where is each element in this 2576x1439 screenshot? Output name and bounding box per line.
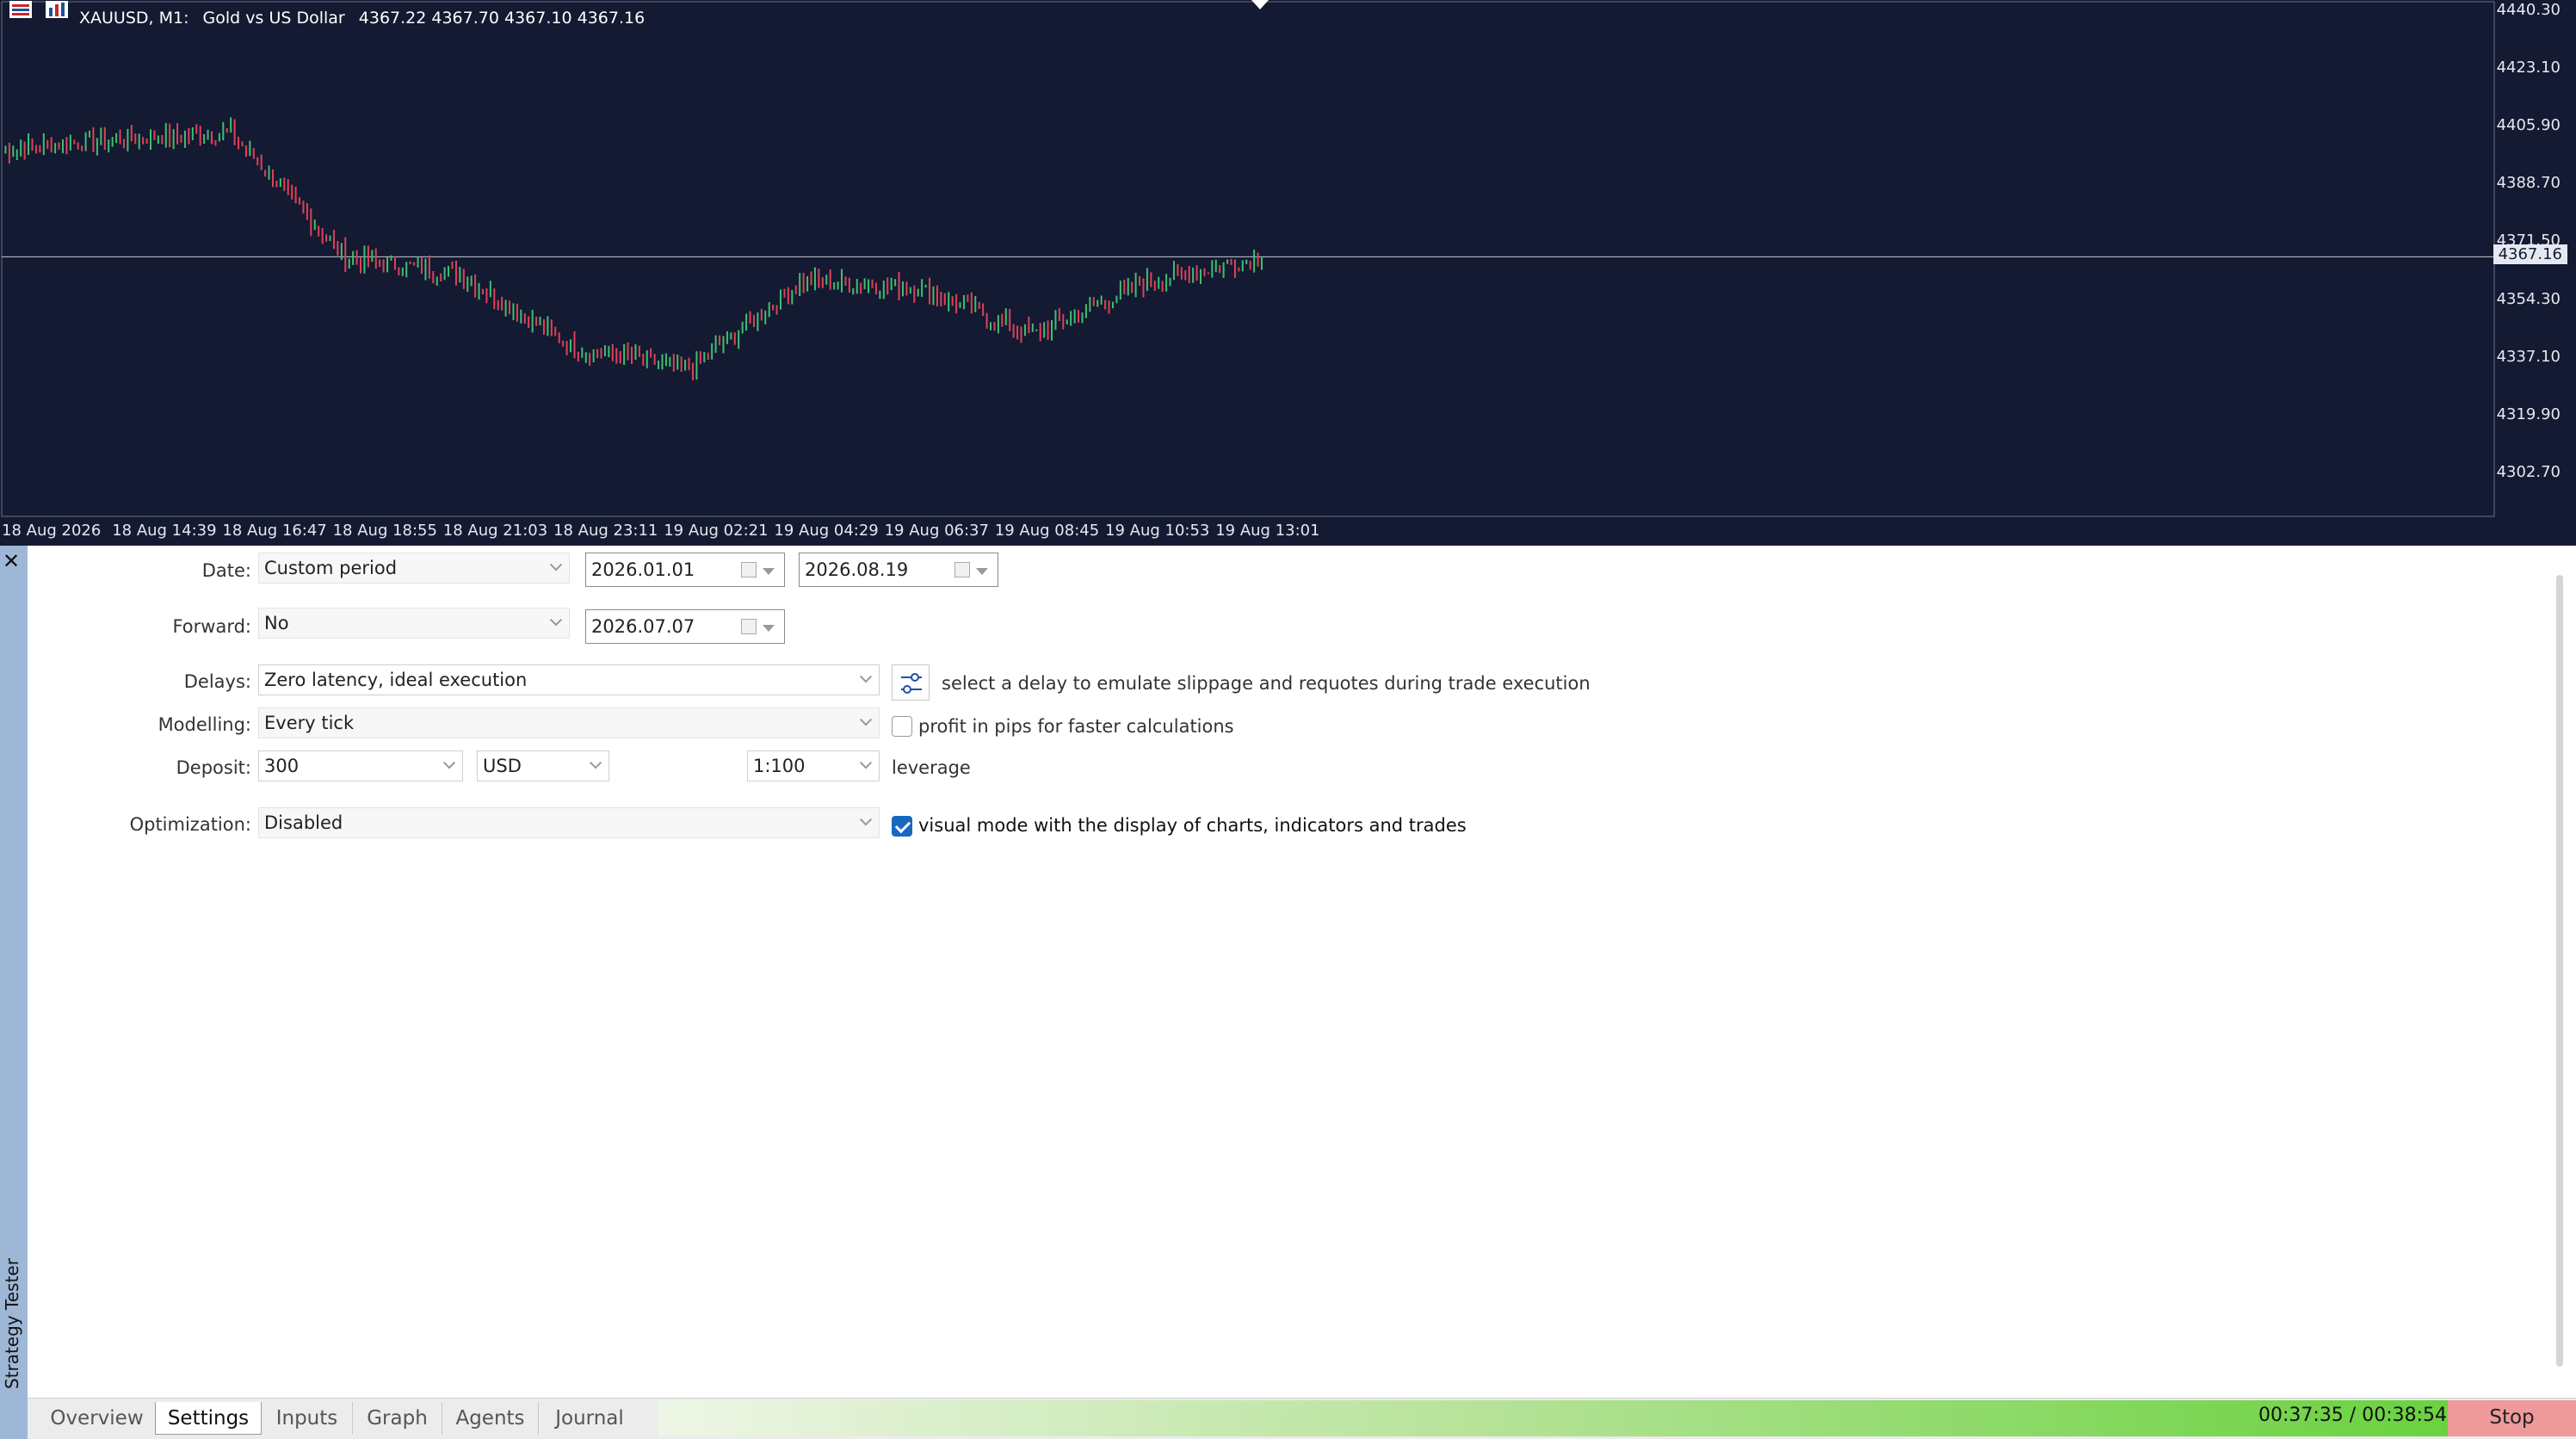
tab-agents[interactable]: Agents <box>442 1402 539 1435</box>
calendar-icon[interactable] <box>741 619 757 634</box>
forward-date-value: 2026.07.07 <box>591 616 695 637</box>
chevron-down-icon[interactable] <box>763 625 775 632</box>
date-period-value: Custom period <box>264 558 398 578</box>
chevron-down-icon <box>442 757 456 769</box>
time-tick-label: 19 Aug 13:01 <box>1215 522 1320 540</box>
time-tick-label: 18 Aug 14:39 <box>112 522 217 540</box>
chart-description: Gold vs US Dollar <box>202 9 345 28</box>
leverage-select[interactable]: 1:100 <box>747 750 880 781</box>
candles <box>4 117 1263 380</box>
one-click-trading-icon[interactable] <box>45 0 69 19</box>
delays-value: Zero latency, ideal execution <box>264 670 528 690</box>
delays-label: Delays: <box>183 671 251 692</box>
price-tick-label: 4440.30 <box>2496 0 2561 19</box>
chevron-down-icon <box>859 670 873 683</box>
chart-symbol: XAUUSD, M1: <box>79 9 189 28</box>
calendar-icon[interactable] <box>954 562 970 577</box>
date-from-field[interactable]: 2026.01.01 <box>585 553 785 587</box>
date-period-select[interactable]: Custom period <box>258 553 570 584</box>
forward-select[interactable]: No <box>258 608 570 639</box>
chevron-down-icon <box>549 559 563 571</box>
chevron-down-icon <box>859 713 873 726</box>
time-tick-label: 19 Aug 10:53 <box>1105 522 1210 540</box>
visual-mode-label: visual mode with the display of charts, … <box>918 815 1467 836</box>
tab-journal[interactable]: Journal <box>539 1402 640 1435</box>
chevron-down-icon <box>859 813 873 826</box>
price-tick-label: 4423.10 <box>2496 58 2561 77</box>
delays-select[interactable]: Zero latency, ideal execution <box>258 664 880 695</box>
modelling-label: Modelling: <box>158 714 251 735</box>
panel-title: Strategy Tester <box>2 1258 22 1389</box>
deposit-currency-select[interactable]: USD <box>477 750 609 781</box>
tab-inputs[interactable]: Inputs <box>262 1402 353 1435</box>
chart-title: XAUUSD, M1: Gold vs US Dollar 4367.22 43… <box>79 9 653 28</box>
test-progress-bar <box>658 1400 2448 1436</box>
chevron-down-icon <box>549 614 563 627</box>
price-tick-label: 4319.90 <box>2496 405 2561 424</box>
leverage-value: 1:100 <box>753 756 806 776</box>
price-tick-label: 4405.90 <box>2496 116 2561 134</box>
time-tick-label: 18 Aug 21:03 <box>442 522 548 540</box>
time-tick-label: 19 Aug 06:37 <box>884 522 989 540</box>
chart-canvas <box>1 1 2495 517</box>
modelling-select[interactable]: Every tick <box>258 707 880 738</box>
progress-timer: 00:37:35 / 00:38:54 <box>2258 1405 2448 1426</box>
forward-value: No <box>264 613 289 633</box>
price-chart[interactable]: XAUUSD, M1: Gold vs US Dollar 4367.22 43… <box>0 0 2576 546</box>
date-to-field[interactable]: 2026.08.19 <box>799 553 998 587</box>
optimization-select[interactable]: Disabled <box>258 807 880 838</box>
stop-button[interactable]: Stop <box>2448 1400 2576 1436</box>
leverage-label: leverage <box>892 757 971 778</box>
profit-in-pips-label: profit in pips for faster calculations <box>918 716 1234 737</box>
time-tick-label: 18 Aug 18:55 <box>332 522 437 540</box>
current-price-label: 4367.16 <box>2493 244 2567 264</box>
chevron-down-icon <box>589 757 602 769</box>
date-from-value: 2026.01.01 <box>591 559 695 580</box>
delays-hint: select a delay to emulate slippage and r… <box>942 673 1591 694</box>
forward-date-field[interactable]: 2026.07.07 <box>585 609 785 644</box>
deposit-label: Deposit: <box>176 757 251 778</box>
date-label: Date: <box>201 560 251 581</box>
time-tick-label: 19 Aug 02:21 <box>664 522 769 540</box>
tab-graph[interactable]: Graph <box>353 1402 442 1435</box>
settings-scrollbar[interactable] <box>2556 575 2563 1367</box>
chart-list-icon[interactable] <box>9 0 33 19</box>
calendar-icon[interactable] <box>741 562 757 577</box>
time-tick-label: 19 Aug 04:29 <box>774 522 879 540</box>
time-tick-label: 19 Aug 08:45 <box>994 522 1100 540</box>
close-icon[interactable]: ✕ <box>0 551 22 571</box>
optimization-label: Optimization: <box>129 814 251 835</box>
date-to-value: 2026.08.19 <box>805 559 909 580</box>
optimization-value: Disabled <box>264 812 343 833</box>
chevron-down-icon <box>859 757 873 769</box>
deposit-amount-select[interactable]: 300 <box>258 750 463 781</box>
deposit-amount-value: 300 <box>264 756 300 776</box>
price-tick-label: 4354.30 <box>2496 289 2561 308</box>
price-tick-label: 4388.70 <box>2496 174 2561 193</box>
delay-settings-button[interactable] <box>892 664 930 701</box>
time-tick-label: 18 Aug 2026 <box>2 522 102 540</box>
price-tick-label: 4337.10 <box>2496 347 2561 366</box>
deposit-currency-value: USD <box>483 756 522 776</box>
chart-ohlc: 4367.22 4367.70 4367.10 4367.16 <box>358 9 646 28</box>
chart-shift-marker-icon[interactable] <box>1251 0 1269 9</box>
chevron-down-icon[interactable] <box>763 568 775 575</box>
forward-label: Forward: <box>172 616 251 637</box>
tab-overview[interactable]: Overview <box>36 1402 158 1435</box>
time-tick-label: 18 Aug 23:11 <box>553 522 658 540</box>
time-tick-label: 18 Aug 16:47 <box>222 522 327 540</box>
settings-panel: Date: Custom period 2026.01.01 2026.08.1… <box>28 546 2576 1398</box>
sliders-icon <box>901 673 922 694</box>
modelling-value: Every tick <box>264 713 355 733</box>
profit-in-pips-checkbox[interactable] <box>892 716 912 737</box>
price-tick-label: 4302.70 <box>2496 463 2561 482</box>
tab-settings[interactable]: Settings <box>155 1402 262 1435</box>
visual-mode-checkbox[interactable] <box>892 816 912 837</box>
chevron-down-icon[interactable] <box>976 568 988 575</box>
